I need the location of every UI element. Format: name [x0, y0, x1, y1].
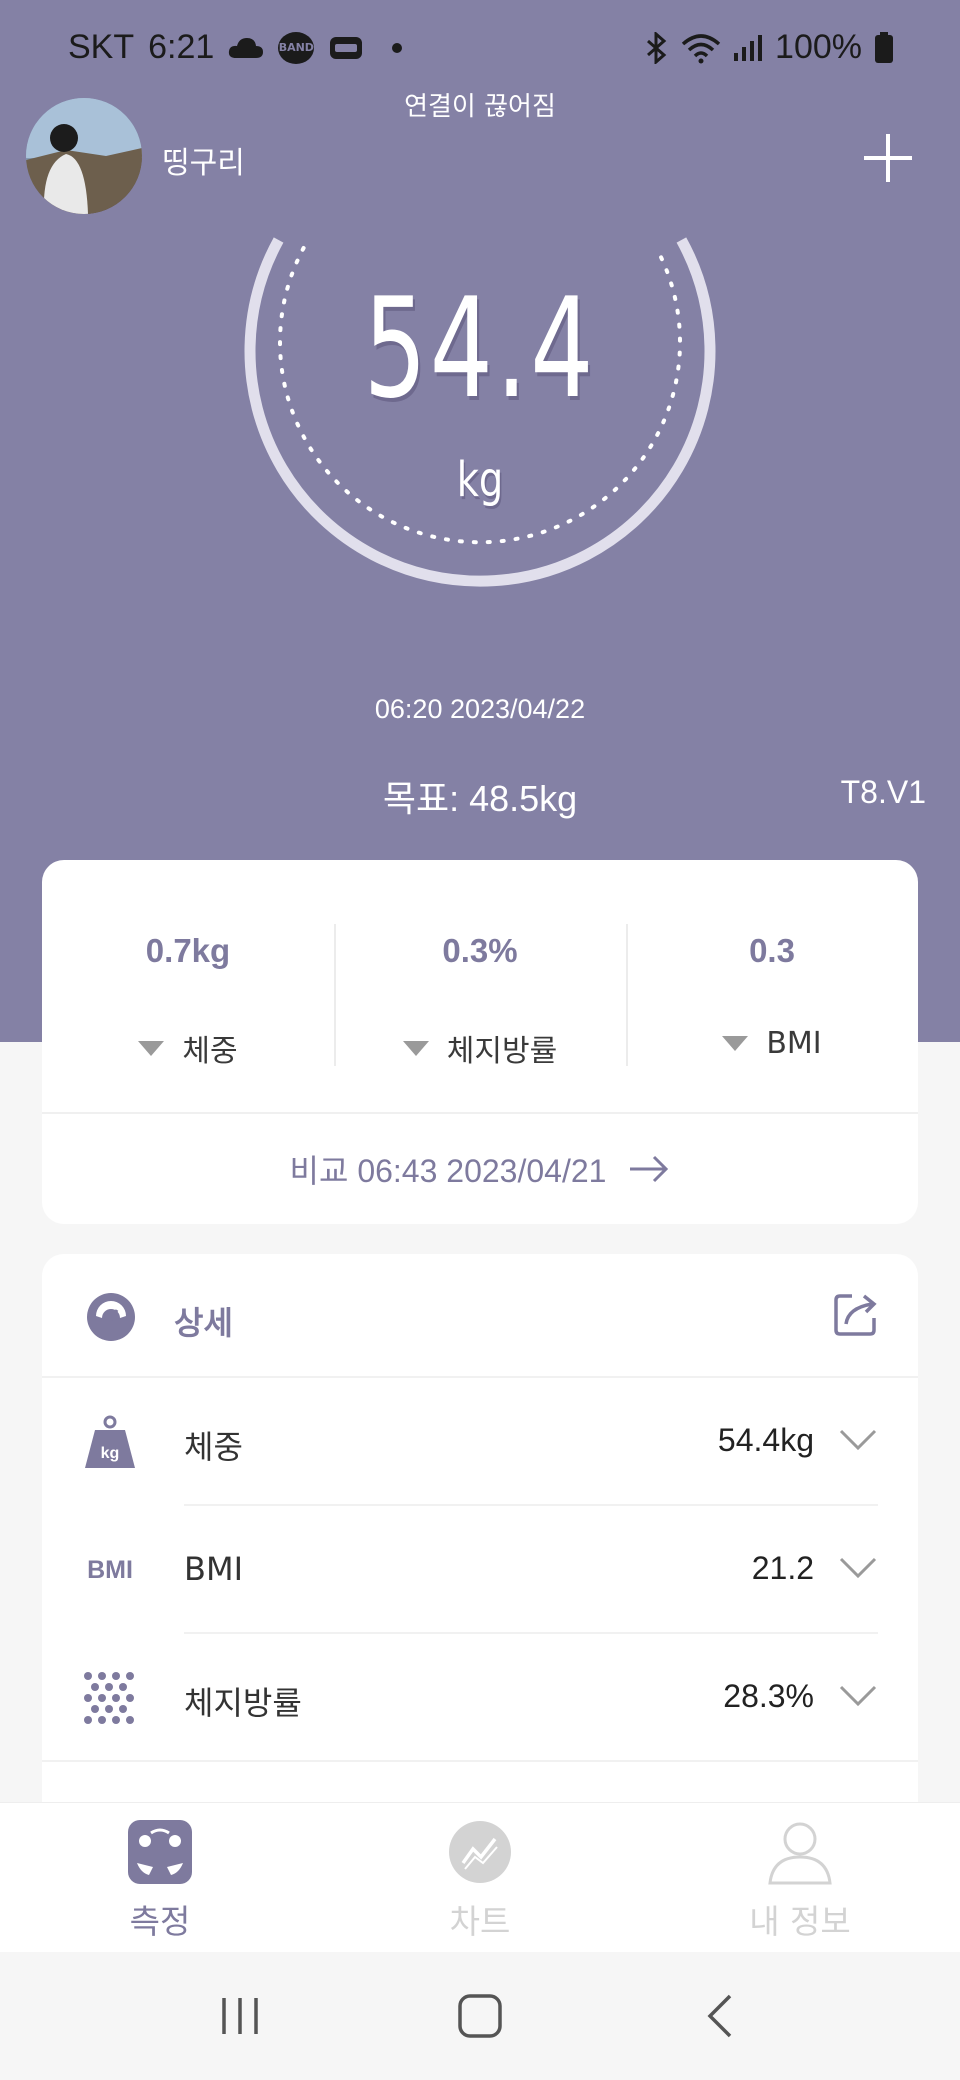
nav-label: 내 정보 — [749, 1902, 851, 1941]
band-app-icon: BAND — [278, 31, 315, 64]
connection-status: 연결이 끊어짐 — [404, 92, 556, 122]
goal-weight[interactable]: 목표: 48.5kg — [0, 770, 960, 822]
compare-value: 0.7kg — [145, 932, 231, 969]
username[interactable]: 띵구리 — [162, 138, 245, 182]
battery-icon — [874, 31, 894, 64]
nav-profile[interactable]: 내 정보 — [640, 1803, 960, 1952]
bottom-nav: 측정 차트 내 정보 — [0, 1802, 960, 1952]
arrow-right-icon — [630, 1155, 669, 1183]
nav-label: 측정 — [129, 1902, 191, 1941]
status-bar: SKT 6:21 BAND 100% — [0, 0, 960, 94]
bluetooth-icon — [645, 31, 669, 64]
compare-value: 0.3 — [749, 932, 795, 969]
detail-row-body-fat[interactable]: 체지방률 28.3% — [42, 1634, 918, 1762]
comparison-card: 0.7kg 체중 0.3% 체지방률 0.3 BMI 비교 06:43 2023… — [42, 860, 918, 1224]
body-fat-dots-icon — [82, 1670, 138, 1726]
nav-chart[interactable]: 차트 — [320, 1803, 640, 1952]
dashboard-app-icon — [328, 33, 364, 63]
divider — [42, 1760, 918, 1762]
row-label: BMI — [184, 1550, 243, 1588]
row-value: 21.2 — [751, 1550, 814, 1586]
weight-unit: kg — [456, 452, 504, 508]
compare-label: BMI — [766, 1026, 822, 1061]
carrier-label: SKT — [68, 28, 135, 66]
home-icon — [458, 1994, 502, 2038]
chevron-down-icon — [839, 1429, 877, 1451]
details-title: 상세 — [174, 1304, 233, 1342]
compare-label: 체중 — [182, 1034, 238, 1069]
system-nav-bar — [0, 1952, 960, 2080]
row-value: 54.4kg — [717, 1422, 814, 1458]
compare-label: 체지방률 — [446, 1034, 558, 1069]
share-button[interactable] — [832, 1290, 880, 1338]
chevron-down-icon — [839, 1685, 877, 1707]
compare-bmi: 0.3 BMI — [626, 860, 918, 1112]
gauge-icon — [87, 1293, 135, 1341]
compare-link-text: 비교 06:43 2023/04/21 — [289, 1153, 607, 1189]
recent-apps-icon — [222, 1998, 258, 2034]
battery-percent: 100% — [775, 28, 862, 66]
chevron-down-icon — [839, 1557, 877, 1579]
scale-icon — [128, 1820, 192, 1884]
add-user-button[interactable] — [860, 130, 916, 186]
down-triangle-icon — [138, 1040, 165, 1056]
home-button[interactable] — [435, 1981, 525, 2051]
share-icon — [834, 1294, 877, 1336]
avatar[interactable] — [26, 98, 142, 214]
down-triangle-icon — [722, 1036, 749, 1051]
row-value: 28.3% — [723, 1678, 814, 1714]
compare-weight: 0.7kg 체중 — [42, 860, 334, 1112]
chart-icon — [449, 1821, 511, 1883]
bmi-icon: BMI — [82, 1542, 138, 1598]
notification-dot-icon — [392, 42, 403, 53]
detail-row-bmi[interactable]: BMI BMI 21.2 — [42, 1506, 918, 1634]
row-label: 체지방률 — [184, 1684, 302, 1722]
row-label: 체중 — [184, 1428, 243, 1466]
bmi-icon-text: BMI — [87, 1555, 133, 1584]
details-card: 상세 kg 체중 54.4kg BMI BMI 21.2 체지방률 28.3% — [42, 1254, 918, 1814]
cloud-icon — [228, 36, 264, 60]
clock: 6:21 — [148, 28, 215, 66]
weight-value: 54.4 — [363, 268, 597, 429]
recent-apps-button[interactable] — [195, 1981, 285, 2051]
wifi-icon — [681, 32, 721, 64]
weight-kg-icon: kg — [82, 1414, 138, 1470]
compare-history-link[interactable]: 비교 06:43 2023/04/21 — [42, 1114, 918, 1224]
down-triangle-icon — [402, 1040, 429, 1056]
measurement-time: 06:20 2023/04/22 — [374, 694, 586, 724]
nav-label: 차트 — [449, 1902, 511, 1941]
nav-measure[interactable]: 측정 — [0, 1803, 320, 1952]
signal-icon — [733, 33, 763, 63]
details-header: 상세 — [42, 1254, 918, 1378]
back-icon — [707, 1994, 732, 2038]
plus-icon — [864, 134, 912, 182]
profile-icon — [768, 1822, 832, 1885]
back-button[interactable] — [675, 1981, 765, 2051]
svg-text:kg: kg — [101, 1445, 120, 1462]
compare-body-fat: 0.3% 체지방률 — [334, 860, 626, 1112]
compare-value: 0.3% — [442, 932, 518, 969]
device-model: T8.V1 — [840, 774, 926, 810]
detail-row-weight[interactable]: kg 체중 54.4kg — [42, 1378, 918, 1506]
